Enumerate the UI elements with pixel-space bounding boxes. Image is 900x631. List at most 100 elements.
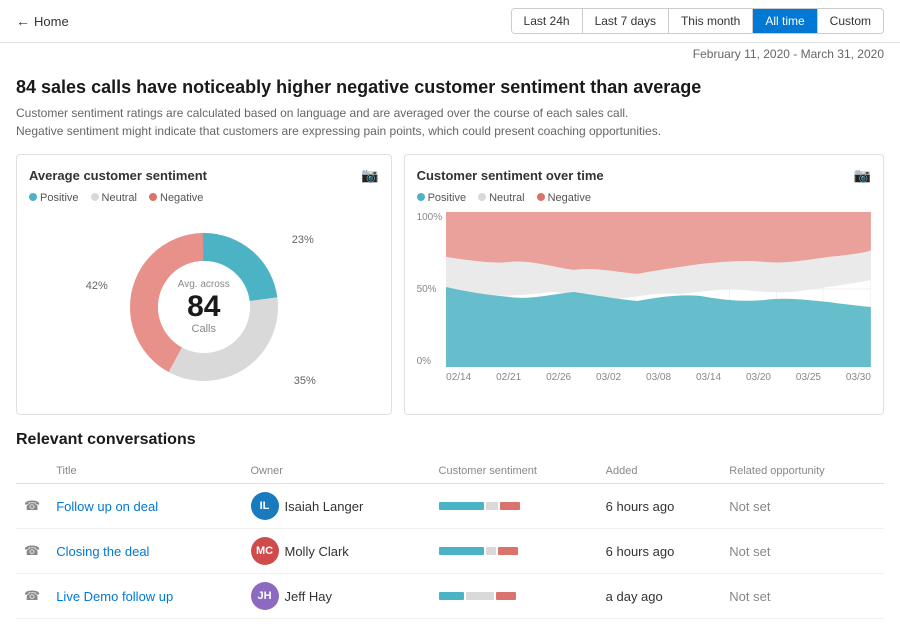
donut-number: 84 <box>178 290 230 323</box>
x-label-0330: 03/30 <box>846 372 871 383</box>
row1-added: 6 hours ago <box>598 484 722 529</box>
avg-sentiment-title: Average customer sentiment 📷 <box>29 167 379 184</box>
charts-row: Average customer sentiment 📷 Positive Ne… <box>16 154 884 415</box>
y-label-100: 100% <box>417 212 443 223</box>
col-sentiment: Customer sentiment <box>431 459 598 484</box>
export-icon[interactable]: 📷 <box>361 167 378 184</box>
filter-last24h[interactable]: Last 24h <box>512 9 583 33</box>
row2-sentiment <box>431 529 598 574</box>
sentiment-bar <box>439 592 590 600</box>
x-label-0314: 03/14 <box>696 372 721 383</box>
sent-neutral <box>466 592 494 600</box>
home-label: Home <box>34 14 69 29</box>
pct-positive: 23% <box>292 234 314 246</box>
row3-owner: JH Jeff Hay <box>243 574 431 619</box>
col-added: Added <box>598 459 722 484</box>
row3-opportunity: Not set <box>721 574 884 619</box>
col-owner: Owner <box>243 459 431 484</box>
y-label-50: 50% <box>417 284 443 295</box>
legend-negative: Negative <box>149 192 203 204</box>
donut-avg-text: Avg. across <box>178 279 230 290</box>
sent-negative <box>496 592 516 600</box>
phone-icon: ☎ <box>24 498 40 513</box>
top-bar: ← Home Last 24h Last 7 days This month A… <box>0 0 900 43</box>
phone-icon: ☎ <box>24 588 40 603</box>
sentiment-over-time-card: Customer sentiment over time 📷 Positive … <box>404 154 884 415</box>
x-label-0214: 02/14 <box>446 372 471 383</box>
x-label-0320: 03/20 <box>746 372 771 383</box>
conversations-table: Title Owner Customer sentiment Added Rel… <box>16 459 884 619</box>
row2-opportunity: Not set <box>721 529 884 574</box>
col-title: Title <box>48 459 242 484</box>
row1-title[interactable]: Follow up on deal <box>48 484 242 529</box>
pct-negative: 42% <box>86 280 108 292</box>
table-row: ☎ Follow up on deal IL Isaiah Langer <box>16 484 884 529</box>
page-headline: 84 sales calls have noticeably higher ne… <box>16 77 884 98</box>
time-legend-negative: Negative <box>537 192 591 204</box>
pct-neutral: 35% <box>294 375 316 387</box>
x-label-0302: 03/02 <box>596 372 621 383</box>
sent-negative <box>498 547 518 555</box>
sent-positive <box>439 547 484 555</box>
sent-positive <box>439 502 484 510</box>
conversations-section: Relevant conversations Title Owner Custo… <box>16 431 884 619</box>
table-header-row: Title Owner Customer sentiment Added Rel… <box>16 459 884 484</box>
filter-custom[interactable]: Custom <box>818 9 883 33</box>
sent-negative <box>500 502 520 510</box>
col-icon <box>16 459 48 484</box>
sentiment-bar <box>439 547 590 555</box>
row2-title[interactable]: Closing the deal <box>48 529 242 574</box>
time-legend-positive: Positive <box>417 192 467 204</box>
owner-cell: MC Molly Clark <box>251 537 423 565</box>
area-chart-svg <box>446 212 871 367</box>
page-subtitle: Customer sentiment ratings are calculate… <box>16 104 884 140</box>
row2-icon-cell: ☎ <box>16 529 48 574</box>
time-export-icon[interactable]: 📷 <box>854 167 871 184</box>
owner-cell: IL Isaiah Langer <box>251 492 423 520</box>
conversations-title: Relevant conversations <box>16 431 884 449</box>
filter-last7days[interactable]: Last 7 days <box>583 9 669 33</box>
time-legend-neutral: Neutral <box>478 192 524 204</box>
phone-icon: ☎ <box>24 543 40 558</box>
avatar-mc: MC <box>251 537 279 565</box>
row1-sentiment <box>431 484 598 529</box>
back-link[interactable]: ← Home <box>16 13 69 29</box>
row1-icon-cell: ☎ <box>16 484 48 529</box>
col-opportunity: Related opportunity <box>721 459 884 484</box>
row3-icon-cell: ☎ <box>16 574 48 619</box>
time-chart-title: Customer sentiment over time 📷 <box>417 167 871 184</box>
row3-title[interactable]: Live Demo follow up <box>48 574 242 619</box>
sent-positive <box>439 592 464 600</box>
x-label-0308: 03/08 <box>646 372 671 383</box>
avatar-il: IL <box>251 492 279 520</box>
row3-sentiment <box>431 574 598 619</box>
donut-container: Avg. across 84 Calls 23% 42% 35% <box>29 212 379 402</box>
filter-alltime[interactable]: All time <box>753 9 817 33</box>
back-arrow-icon: ← <box>16 13 30 29</box>
row3-added: a day ago <box>598 574 722 619</box>
table-row: ☎ Closing the deal MC Molly Clark <box>16 529 884 574</box>
time-filter-group: Last 24h Last 7 days This month All time… <box>511 8 884 34</box>
row1-owner: IL Isaiah Langer <box>243 484 431 529</box>
time-legend: Positive Neutral Negative <box>417 192 871 204</box>
sent-neutral <box>486 547 496 555</box>
avg-sentiment-legend: Positive Neutral Negative <box>29 192 379 204</box>
row1-opportunity: Not set <box>721 484 884 529</box>
avatar-jh: JH <box>251 582 279 610</box>
table-row: ☎ Live Demo follow up JH Jeff Hay <box>16 574 884 619</box>
x-label-0325: 03/25 <box>796 372 821 383</box>
filter-thismonth[interactable]: This month <box>669 9 753 33</box>
sent-neutral <box>486 502 498 510</box>
avg-sentiment-card: Average customer sentiment 📷 Positive Ne… <box>16 154 392 415</box>
sentiment-bar <box>439 502 590 510</box>
legend-neutral: Neutral <box>91 192 137 204</box>
row2-owner: MC Molly Clark <box>243 529 431 574</box>
owner-cell: JH Jeff Hay <box>251 582 423 610</box>
row2-added: 6 hours ago <box>598 529 722 574</box>
y-label-0: 0% <box>417 356 443 367</box>
donut-sub: Calls <box>178 323 230 335</box>
legend-positive: Positive <box>29 192 79 204</box>
x-label-0226: 02/26 <box>546 372 571 383</box>
x-label-0221: 02/21 <box>496 372 521 383</box>
date-range: February 11, 2020 - March 31, 2020 <box>0 43 900 65</box>
